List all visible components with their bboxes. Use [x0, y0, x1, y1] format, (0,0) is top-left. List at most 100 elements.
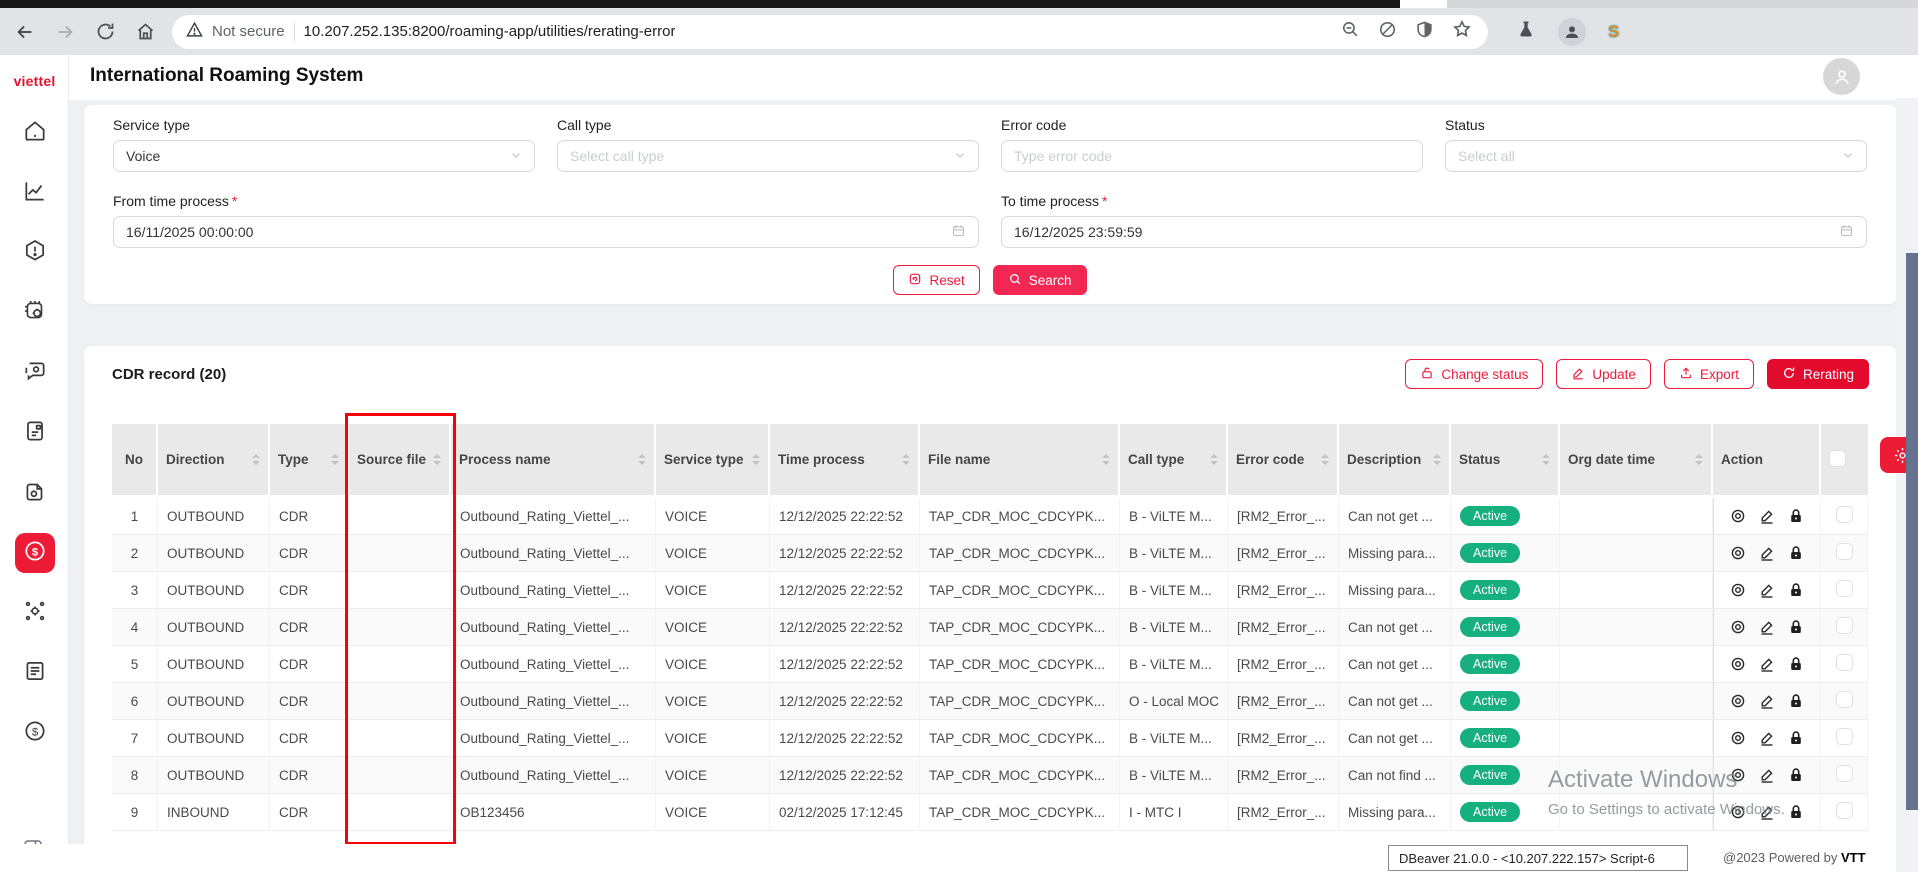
- forward-icon[interactable]: [52, 19, 78, 45]
- select-all-checkbox[interactable]: [1829, 450, 1846, 467]
- edit-icon[interactable]: [1759, 693, 1775, 709]
- column-header-time_process[interactable]: Time process: [770, 424, 920, 498]
- column-header-source_file[interactable]: Source file: [349, 424, 451, 498]
- sidebar-item-report-list[interactable]: [15, 653, 55, 693]
- sidebar-item-currency[interactable]: $: [15, 713, 55, 753]
- column-header-status[interactable]: Status: [1451, 424, 1560, 498]
- view-icon[interactable]: [1730, 767, 1746, 783]
- row-checkbox[interactable]: [1836, 765, 1853, 782]
- call-type-select[interactable]: Select call type: [557, 140, 979, 172]
- column-header-direction[interactable]: Direction: [158, 424, 270, 498]
- row-checkbox[interactable]: [1836, 654, 1853, 671]
- edit-icon[interactable]: [1759, 804, 1775, 820]
- row-checkbox[interactable]: [1836, 543, 1853, 560]
- column-header-org_date_time[interactable]: Org date time: [1560, 424, 1713, 498]
- lock-icon[interactable]: [1788, 693, 1804, 709]
- row-checkbox[interactable]: [1836, 580, 1853, 597]
- column-header-file_name[interactable]: File name: [920, 424, 1120, 498]
- sidebar-item-home[interactable]: [15, 113, 55, 153]
- lock-icon[interactable]: [1788, 656, 1804, 672]
- view-icon[interactable]: [1730, 656, 1746, 672]
- sidebar-item-integration[interactable]: [15, 593, 55, 633]
- view-icon[interactable]: [1730, 619, 1746, 635]
- view-icon[interactable]: [1730, 730, 1746, 746]
- edit-icon[interactable]: [1759, 656, 1775, 672]
- url-text[interactable]: 10.207.252.135:8200/roaming-app/utilitie…: [304, 23, 676, 40]
- change-status-button[interactable]: Change status: [1405, 359, 1543, 389]
- service-type-select[interactable]: Voice: [113, 140, 535, 172]
- sort-icon[interactable]: [1321, 454, 1329, 465]
- column-header-description[interactable]: Description: [1339, 424, 1451, 498]
- row-checkbox[interactable]: [1836, 691, 1853, 708]
- view-icon[interactable]: [1730, 804, 1746, 820]
- lock-icon[interactable]: [1788, 508, 1804, 524]
- address-bar[interactable]: Not secure 10.207.252.135:8200/roaming-a…: [172, 15, 1488, 49]
- edit-icon[interactable]: [1759, 545, 1775, 561]
- column-header-process_name[interactable]: Process name: [451, 424, 656, 498]
- sort-icon[interactable]: [638, 454, 646, 465]
- column-header-service_type[interactable]: Service type: [656, 424, 770, 498]
- bookmark-star-icon[interactable]: [1452, 19, 1472, 44]
- home-icon[interactable]: [132, 19, 158, 45]
- sort-icon[interactable]: [1102, 454, 1110, 465]
- sort-icon[interactable]: [752, 454, 760, 465]
- edit-icon[interactable]: [1759, 767, 1775, 783]
- rerating-button[interactable]: Rerating: [1767, 359, 1869, 389]
- view-icon[interactable]: [1730, 545, 1746, 561]
- edit-icon[interactable]: [1759, 619, 1775, 635]
- sidebar-item-system-config[interactable]: [15, 293, 55, 333]
- edit-icon[interactable]: [1759, 730, 1775, 746]
- search-button[interactable]: Search: [993, 265, 1087, 295]
- view-icon[interactable]: [1730, 508, 1746, 524]
- extension-s-icon[interactable]: S: [1608, 22, 1619, 42]
- export-button[interactable]: Export: [1664, 359, 1754, 389]
- sidebar-item-alerts[interactable]: [15, 233, 55, 273]
- sort-icon[interactable]: [902, 454, 910, 465]
- sort-icon[interactable]: [1433, 454, 1441, 465]
- zoom-out-icon[interactable]: [1341, 20, 1360, 44]
- lock-icon[interactable]: [1788, 545, 1804, 561]
- from-time-input[interactable]: 16/11/2025 00:00:00: [113, 216, 979, 248]
- lock-icon[interactable]: [1788, 582, 1804, 598]
- extension-flask-icon[interactable]: [1516, 19, 1536, 44]
- lock-icon[interactable]: [1788, 767, 1804, 783]
- sidebar-item-billing-active[interactable]: $: [15, 533, 55, 573]
- sidebar-item-file-copy[interactable]: [15, 473, 55, 513]
- lock-icon[interactable]: [1788, 730, 1804, 746]
- update-button[interactable]: Update: [1556, 359, 1651, 389]
- sidebar-item-analytics[interactable]: [15, 173, 55, 213]
- sidebar-item-messages[interactable]: [15, 353, 55, 393]
- browser-profile-icon[interactable]: [1558, 18, 1586, 46]
- sort-icon[interactable]: [433, 454, 441, 465]
- sort-icon[interactable]: [1210, 454, 1218, 465]
- view-icon[interactable]: [1730, 693, 1746, 709]
- reload-icon[interactable]: [92, 19, 118, 45]
- row-checkbox[interactable]: [1836, 802, 1853, 819]
- sort-icon[interactable]: [1695, 454, 1703, 465]
- column-header-call_type[interactable]: Call type: [1120, 424, 1228, 498]
- edit-icon[interactable]: [1759, 582, 1775, 598]
- sidebar-item-report-document[interactable]: [15, 413, 55, 453]
- error-code-input[interactable]: Type error code: [1001, 140, 1423, 172]
- back-icon[interactable]: [12, 19, 38, 45]
- lock-icon[interactable]: [1788, 619, 1804, 635]
- app-page: viettel: [0, 55, 1918, 872]
- row-checkbox[interactable]: [1836, 506, 1853, 523]
- column-header-type[interactable]: Type: [270, 424, 349, 498]
- status-select[interactable]: Select all: [1445, 140, 1867, 172]
- blocked-content-icon[interactable]: [1378, 20, 1397, 44]
- lock-icon[interactable]: [1788, 804, 1804, 820]
- sort-icon[interactable]: [252, 454, 260, 465]
- view-icon[interactable]: [1730, 582, 1746, 598]
- user-avatar[interactable]: [1823, 58, 1860, 95]
- shield-icon[interactable]: [1415, 20, 1434, 44]
- sort-icon[interactable]: [331, 454, 339, 465]
- row-checkbox[interactable]: [1836, 617, 1853, 634]
- to-time-input[interactable]: 16/12/2025 23:59:59: [1001, 216, 1867, 248]
- reset-button[interactable]: Reset: [893, 265, 979, 295]
- vertical-scrollbar-thumb[interactable]: [1906, 253, 1918, 810]
- row-checkbox[interactable]: [1836, 728, 1853, 745]
- sort-icon[interactable]: [1542, 454, 1550, 465]
- edit-icon[interactable]: [1759, 508, 1775, 524]
- column-header-error_code[interactable]: Error code: [1228, 424, 1339, 498]
